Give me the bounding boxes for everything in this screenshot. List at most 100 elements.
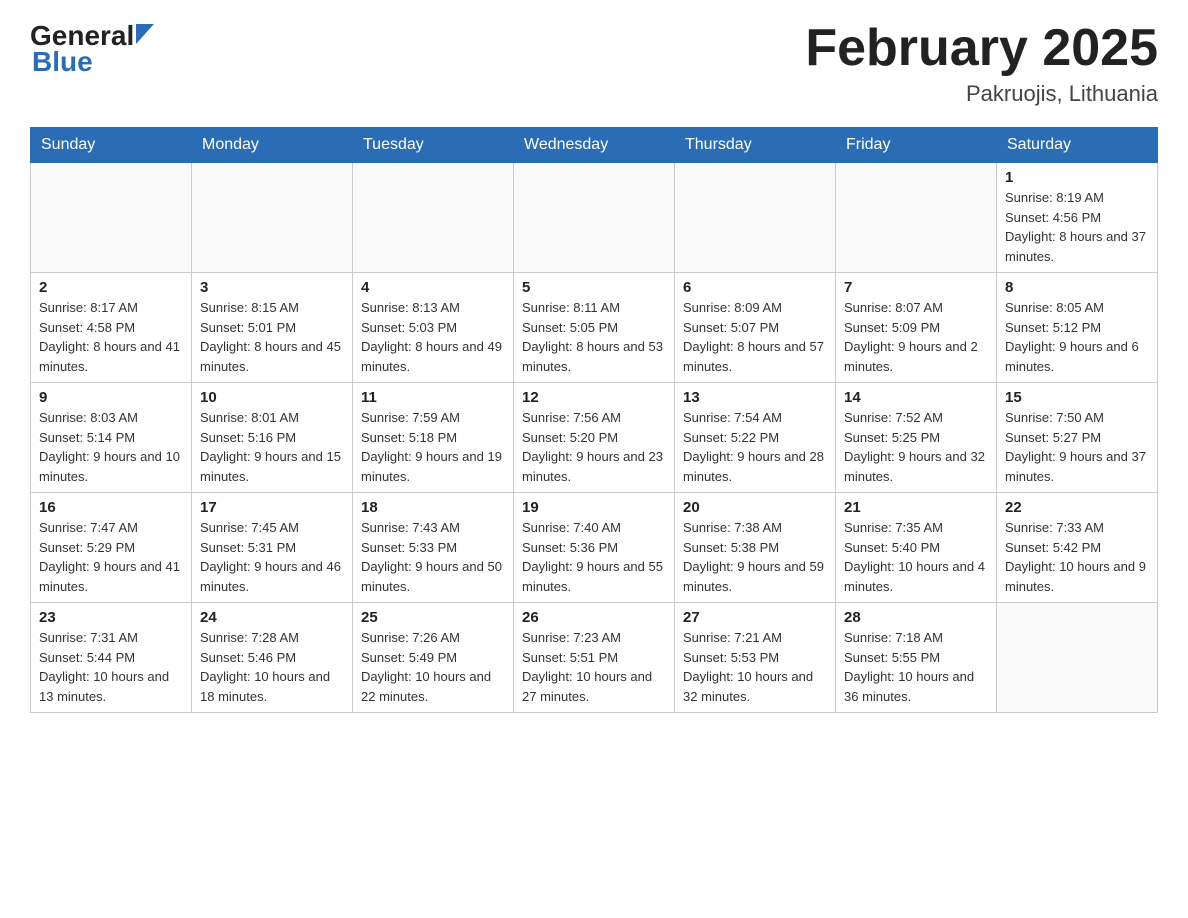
cell-info: Sunrise: 8:01 AM Sunset: 5:16 PM Dayligh…	[200, 408, 344, 486]
weekday-header-saturday: Saturday	[997, 128, 1158, 163]
calendar-cell: 10 Sunrise: 8:01 AM Sunset: 5:16 PM Dayli…	[192, 383, 353, 493]
week-row-5: 23Sunrise: 7:31 AM Sunset: 5:44 PM Dayli…	[31, 603, 1158, 713]
calendar-cell: 18 Sunrise: 7:43 AM Sunset: 5:33 PM Dayli…	[353, 493, 514, 603]
logo-triangle-icon	[136, 24, 154, 44]
cell-info: Sunrise: 8:17 AM Sunset: 4:58 PM Dayligh…	[39, 298, 183, 376]
calendar-cell: 11 Sunrise: 7:59 AM Sunset: 5:18 PM Dayli…	[353, 383, 514, 493]
calendar-cell	[31, 163, 192, 273]
weekday-header-wednesday: Wednesday	[514, 128, 675, 163]
calendar-cell: 9 Sunrise: 8:03 AM Sunset: 5:14 PM Daylig…	[31, 383, 192, 493]
cell-info: Sunrise: 7:54 AM Sunset: 5:22 PM Dayligh…	[683, 408, 827, 486]
day-number: 18	[361, 499, 505, 516]
cell-info: Sunrise: 7:26 AM Sunset: 5:49 PM Dayligh…	[361, 628, 505, 706]
day-number: 24	[200, 609, 344, 626]
calendar-cell: 7 Sunrise: 8:07 AM Sunset: 5:09 PM Daylig…	[836, 273, 997, 383]
calendar-cell: 13Sunrise: 7:54 AM Sunset: 5:22 PM Dayli…	[675, 383, 836, 493]
day-number: 7	[844, 279, 988, 296]
cell-info: Sunrise: 8:03 AM Sunset: 5:14 PM Dayligh…	[39, 408, 183, 486]
cell-info: Sunrise: 8:19 AM Sunset: 4:56 PM Dayligh…	[1005, 188, 1149, 266]
calendar-cell	[997, 603, 1158, 713]
day-number: 20	[683, 499, 827, 516]
day-number: 28	[844, 609, 988, 626]
weekday-header-tuesday: Tuesday	[353, 128, 514, 163]
cell-info: Sunrise: 7:23 AM Sunset: 5:51 PM Dayligh…	[522, 628, 666, 706]
cell-info: Sunrise: 7:43 AM Sunset: 5:33 PM Dayligh…	[361, 518, 505, 596]
calendar-cell: 6 Sunrise: 8:09 AM Sunset: 5:07 PM Daylig…	[675, 273, 836, 383]
calendar-subtitle: Pakruojis, Lithuania	[805, 81, 1158, 107]
week-row-4: 16 Sunrise: 7:47 AM Sunset: 5:29 PM Dayli…	[31, 493, 1158, 603]
page-header: General Blue February 2025 Pakruojis, Li…	[30, 20, 1158, 107]
calendar-cell: 21 Sunrise: 7:35 AM Sunset: 5:40 PM Dayli…	[836, 493, 997, 603]
cell-info: Sunrise: 7:47 AM Sunset: 5:29 PM Dayligh…	[39, 518, 183, 596]
calendar-title: February 2025	[805, 20, 1158, 77]
day-number: 12	[522, 389, 666, 406]
calendar-cell: 19 Sunrise: 7:40 AM Sunset: 5:36 PM Dayli…	[514, 493, 675, 603]
calendar-cell: 4 Sunrise: 8:13 AM Sunset: 5:03 PM Daylig…	[353, 273, 514, 383]
calendar-cell: 23Sunrise: 7:31 AM Sunset: 5:44 PM Dayli…	[31, 603, 192, 713]
weekday-header-thursday: Thursday	[675, 128, 836, 163]
logo: General Blue	[30, 20, 154, 78]
day-number: 26	[522, 609, 666, 626]
calendar-cell: 5Sunrise: 8:11 AM Sunset: 5:05 PM Daylig…	[514, 273, 675, 383]
calendar-cell: 2 Sunrise: 8:17 AM Sunset: 4:58 PM Daylig…	[31, 273, 192, 383]
calendar-cell	[353, 163, 514, 273]
cell-info: Sunrise: 7:33 AM Sunset: 5:42 PM Dayligh…	[1005, 518, 1149, 596]
week-row-2: 2 Sunrise: 8:17 AM Sunset: 4:58 PM Daylig…	[31, 273, 1158, 383]
cell-info: Sunrise: 7:35 AM Sunset: 5:40 PM Dayligh…	[844, 518, 988, 596]
day-number: 22	[1005, 499, 1149, 516]
cell-info: Sunrise: 7:40 AM Sunset: 5:36 PM Dayligh…	[522, 518, 666, 596]
cell-info: Sunrise: 8:07 AM Sunset: 5:09 PM Dayligh…	[844, 298, 988, 376]
day-number: 15	[1005, 389, 1149, 406]
week-row-1: 1 Sunrise: 8:19 AM Sunset: 4:56 PM Daylig…	[31, 163, 1158, 273]
calendar-cell: 12 Sunrise: 7:56 AM Sunset: 5:20 PM Dayli…	[514, 383, 675, 493]
cell-info: Sunrise: 7:45 AM Sunset: 5:31 PM Dayligh…	[200, 518, 344, 596]
day-number: 3	[200, 279, 344, 296]
weekday-header-sunday: Sunday	[31, 128, 192, 163]
cell-info: Sunrise: 7:21 AM Sunset: 5:53 PM Dayligh…	[683, 628, 827, 706]
day-number: 14	[844, 389, 988, 406]
day-number: 4	[361, 279, 505, 296]
cell-info: Sunrise: 7:38 AM Sunset: 5:38 PM Dayligh…	[683, 518, 827, 596]
day-number: 2	[39, 279, 183, 296]
calendar-cell: 15 Sunrise: 7:50 AM Sunset: 5:27 PM Dayli…	[997, 383, 1158, 493]
calendar-cell: 25 Sunrise: 7:26 AM Sunset: 5:49 PM Dayli…	[353, 603, 514, 713]
calendar-cell: 14Sunrise: 7:52 AM Sunset: 5:25 PM Dayli…	[836, 383, 997, 493]
cell-info: Sunrise: 7:56 AM Sunset: 5:20 PM Dayligh…	[522, 408, 666, 486]
calendar-cell: 28 Sunrise: 7:18 AM Sunset: 5:55 PM Dayli…	[836, 603, 997, 713]
calendar-cell: 20 Sunrise: 7:38 AM Sunset: 5:38 PM Dayli…	[675, 493, 836, 603]
cell-info: Sunrise: 8:09 AM Sunset: 5:07 PM Dayligh…	[683, 298, 827, 376]
weekday-header-row: SundayMondayTuesdayWednesdayThursdayFrid…	[31, 128, 1158, 163]
calendar-cell	[514, 163, 675, 273]
calendar-cell	[675, 163, 836, 273]
day-number: 1	[1005, 169, 1149, 186]
cell-info: Sunrise: 7:18 AM Sunset: 5:55 PM Dayligh…	[844, 628, 988, 706]
cell-info: Sunrise: 8:15 AM Sunset: 5:01 PM Dayligh…	[200, 298, 344, 376]
cell-info: Sunrise: 8:13 AM Sunset: 5:03 PM Dayligh…	[361, 298, 505, 376]
title-section: February 2025 Pakruojis, Lithuania	[805, 20, 1158, 107]
weekday-header-monday: Monday	[192, 128, 353, 163]
calendar-cell	[836, 163, 997, 273]
calendar-cell: 16 Sunrise: 7:47 AM Sunset: 5:29 PM Dayli…	[31, 493, 192, 603]
day-number: 6	[683, 279, 827, 296]
calendar-cell: 17 Sunrise: 7:45 AM Sunset: 5:31 PM Dayli…	[192, 493, 353, 603]
day-number: 17	[200, 499, 344, 516]
day-number: 8	[1005, 279, 1149, 296]
week-row-3: 9 Sunrise: 8:03 AM Sunset: 5:14 PM Daylig…	[31, 383, 1158, 493]
day-number: 21	[844, 499, 988, 516]
day-number: 10	[200, 389, 344, 406]
calendar-cell: 22 Sunrise: 7:33 AM Sunset: 5:42 PM Dayli…	[997, 493, 1158, 603]
cell-info: Sunrise: 7:59 AM Sunset: 5:18 PM Dayligh…	[361, 408, 505, 486]
calendar-cell: 1 Sunrise: 8:19 AM Sunset: 4:56 PM Daylig…	[997, 163, 1158, 273]
day-number: 19	[522, 499, 666, 516]
day-number: 9	[39, 389, 183, 406]
cell-info: Sunrise: 7:31 AM Sunset: 5:44 PM Dayligh…	[39, 628, 183, 706]
cell-info: Sunrise: 8:05 AM Sunset: 5:12 PM Dayligh…	[1005, 298, 1149, 376]
day-number: 11	[361, 389, 505, 406]
cell-info: Sunrise: 8:11 AM Sunset: 5:05 PM Dayligh…	[522, 298, 666, 376]
day-number: 16	[39, 499, 183, 516]
day-number: 25	[361, 609, 505, 626]
cell-info: Sunrise: 7:28 AM Sunset: 5:46 PM Dayligh…	[200, 628, 344, 706]
calendar-cell: 3 Sunrise: 8:15 AM Sunset: 5:01 PM Daylig…	[192, 273, 353, 383]
day-number: 27	[683, 609, 827, 626]
cell-info: Sunrise: 7:50 AM Sunset: 5:27 PM Dayligh…	[1005, 408, 1149, 486]
